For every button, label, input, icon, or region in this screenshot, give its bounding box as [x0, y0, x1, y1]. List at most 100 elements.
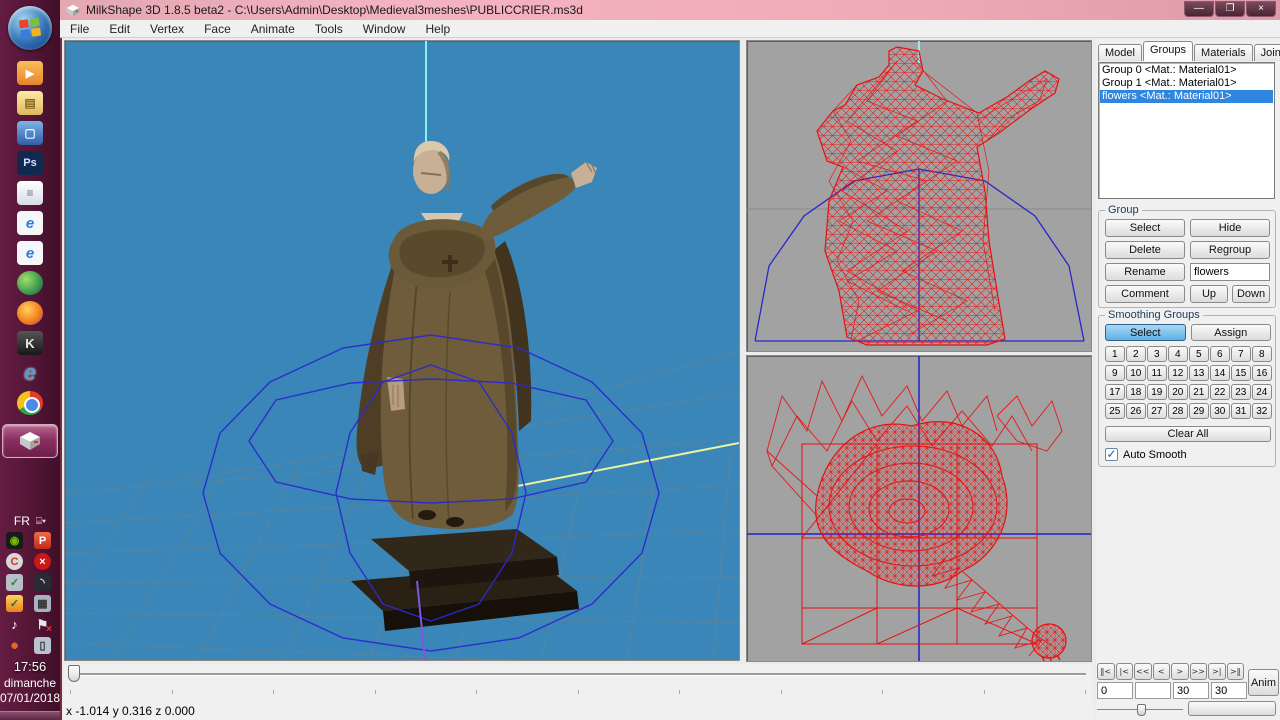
network-icon[interactable]: ▯	[34, 637, 51, 654]
title-bar[interactable]: MilkShape 3D 1.8.5 beta2 - C:\Users\Admi…	[60, 0, 1280, 20]
viewport-top-wireframe[interactable]	[746, 355, 1092, 662]
rename-input[interactable]	[1190, 263, 1270, 281]
smoothing-group-25[interactable]: 25	[1105, 403, 1125, 419]
menu-window[interactable]: Window	[353, 22, 416, 36]
smoothing-group-6[interactable]: 6	[1210, 346, 1230, 362]
transport-button-7[interactable]: >‖	[1227, 663, 1245, 680]
transport-button-3[interactable]: <	[1153, 663, 1171, 680]
smoothing-group-4[interactable]: 4	[1168, 346, 1188, 362]
milkshape-taskbar-button[interactable]	[2, 424, 58, 458]
menu-edit[interactable]: Edit	[99, 22, 140, 36]
display-icon[interactable]: ▢	[17, 121, 43, 145]
minimize-button[interactable]: —	[1184, 1, 1214, 17]
media-player-icon[interactable]: ▶	[17, 61, 43, 85]
smoothing-group-2[interactable]: 2	[1126, 346, 1146, 362]
group-regroup-button[interactable]: Regroup	[1190, 241, 1270, 259]
smoothing-group-18[interactable]: 18	[1126, 384, 1146, 400]
smoothing-select-button[interactable]: Select	[1105, 324, 1186, 341]
smoothing-group-16[interactable]: 16	[1252, 365, 1272, 381]
show-desktop-button[interactable]	[0, 711, 60, 720]
group-hide-button[interactable]: Hide	[1190, 219, 1270, 237]
group-list-item[interactable]: flowers <Mat.: Material01>	[1100, 90, 1273, 103]
groups-list[interactable]: Group 0 <Mat.: Material01>Group 1 <Mat.:…	[1098, 62, 1275, 199]
smoothing-group-7[interactable]: 7	[1231, 346, 1251, 362]
smoothing-group-10[interactable]: 10	[1126, 365, 1146, 381]
smoothing-group-14[interactable]: 14	[1210, 365, 1230, 381]
keyboard-layout-icon[interactable]: ⌸▾	[36, 516, 46, 527]
k-app-icon[interactable]: K	[17, 331, 43, 355]
smoothing-assign-button[interactable]: Assign	[1191, 324, 1272, 341]
frame-field-0[interactable]	[1097, 682, 1133, 699]
firefox-icon[interactable]	[17, 301, 43, 325]
ccleaner-icon[interactable]: C	[6, 553, 23, 570]
smoothing-group-21[interactable]: 21	[1189, 384, 1209, 400]
smoothing-group-8[interactable]: 8	[1252, 346, 1272, 362]
tab-model[interactable]: Model	[1098, 44, 1142, 61]
smoothing-group-28[interactable]: 28	[1168, 403, 1188, 419]
smoothing-group-23[interactable]: 23	[1231, 384, 1251, 400]
ie-icon[interactable]: e	[17, 211, 43, 235]
blank-bar-button[interactable]	[1188, 701, 1276, 716]
tab-materials[interactable]: Materials	[1194, 44, 1253, 61]
restore-button[interactable]: ❐	[1215, 1, 1245, 17]
nvidia-icon[interactable]: ◉	[6, 532, 23, 549]
smoothing-group-32[interactable]: 32	[1252, 403, 1272, 419]
smoothing-group-3[interactable]: 3	[1147, 346, 1167, 362]
smoothing-group-9[interactable]: 9	[1105, 365, 1125, 381]
group-down-button[interactable]: Down	[1232, 285, 1270, 303]
monitor-tray-icon[interactable]: ▦	[34, 595, 51, 612]
group-delete-button[interactable]: Delete	[1105, 241, 1185, 259]
transport-button-6[interactable]: >|	[1208, 663, 1226, 680]
smoothing-group-20[interactable]: 20	[1168, 384, 1188, 400]
smoothing-group-24[interactable]: 24	[1252, 384, 1272, 400]
smoothing-group-27[interactable]: 27	[1147, 403, 1167, 419]
tab-groups[interactable]: Groups	[1143, 41, 1193, 61]
clear-all-button[interactable]: Clear All	[1105, 426, 1271, 442]
close-button[interactable]: ×	[1246, 1, 1276, 17]
group-up-button[interactable]: Up	[1190, 285, 1228, 303]
viewport-3d[interactable]	[64, 40, 740, 661]
ie-blue-icon[interactable]: e	[17, 361, 43, 385]
group-list-item[interactable]: Group 0 <Mat.: Material01>	[1100, 64, 1273, 77]
playback-speed-slider[interactable]	[1097, 704, 1183, 716]
smoothing-group-13[interactable]: 13	[1189, 365, 1209, 381]
smoothing-group-17[interactable]: 17	[1105, 384, 1125, 400]
smoothing-group-15[interactable]: 15	[1231, 365, 1251, 381]
group-comment-button[interactable]: Comment	[1105, 285, 1185, 303]
transport-button-5[interactable]: >>	[1190, 663, 1208, 680]
update-orange-icon[interactable]: ●	[6, 637, 23, 654]
photoshop-icon[interactable]: Ps	[17, 151, 43, 175]
smoothing-group-1[interactable]: 1	[1105, 346, 1125, 362]
menu-file[interactable]: File	[60, 22, 99, 36]
smoothing-group-19[interactable]: 19	[1147, 384, 1167, 400]
clock[interactable]: 17:56	[14, 659, 47, 674]
group-rename-button[interactable]: Rename	[1105, 263, 1185, 281]
usb-safely-remove-icon[interactable]: ✓	[6, 574, 23, 591]
menu-vertex[interactable]: Vertex	[140, 22, 194, 36]
ie-icon-2[interactable]: e	[17, 241, 43, 265]
group-list-item[interactable]: Group 1 <Mat.: Material01>	[1100, 77, 1273, 90]
start-button[interactable]	[8, 6, 52, 50]
notepad-icon[interactable]: ≡	[17, 181, 43, 205]
timeline-thumb[interactable]	[68, 665, 80, 682]
chrome-icon[interactable]	[17, 391, 43, 415]
satellite-icon[interactable]: ◝	[34, 574, 51, 591]
antivirus-icon[interactable]: ✓	[6, 595, 23, 612]
auto-smooth-checkbox[interactable]: ✓	[1105, 448, 1118, 461]
smoothing-group-31[interactable]: 31	[1231, 403, 1251, 419]
smoothing-group-11[interactable]: 11	[1147, 365, 1167, 381]
group-select-button[interactable]: Select	[1105, 219, 1185, 237]
menu-help[interactable]: Help	[415, 22, 460, 36]
power-app-icon[interactable]: P	[34, 532, 51, 549]
smoothing-group-30[interactable]: 30	[1210, 403, 1230, 419]
smoothing-group-12[interactable]: 12	[1168, 365, 1188, 381]
smoothing-group-26[interactable]: 26	[1126, 403, 1146, 419]
globe-icon[interactable]	[17, 271, 43, 295]
frame-field-2[interactable]	[1173, 682, 1209, 699]
smoothing-group-5[interactable]: 5	[1189, 346, 1209, 362]
action-center-flag-icon[interactable]: ⚑	[34, 616, 51, 633]
tab-joints[interactable]: Joints	[1254, 44, 1280, 61]
mini-slider-thumb[interactable]	[1137, 704, 1146, 716]
menu-tools[interactable]: Tools	[305, 22, 353, 36]
viewport-front-wireframe[interactable]	[746, 40, 1092, 352]
